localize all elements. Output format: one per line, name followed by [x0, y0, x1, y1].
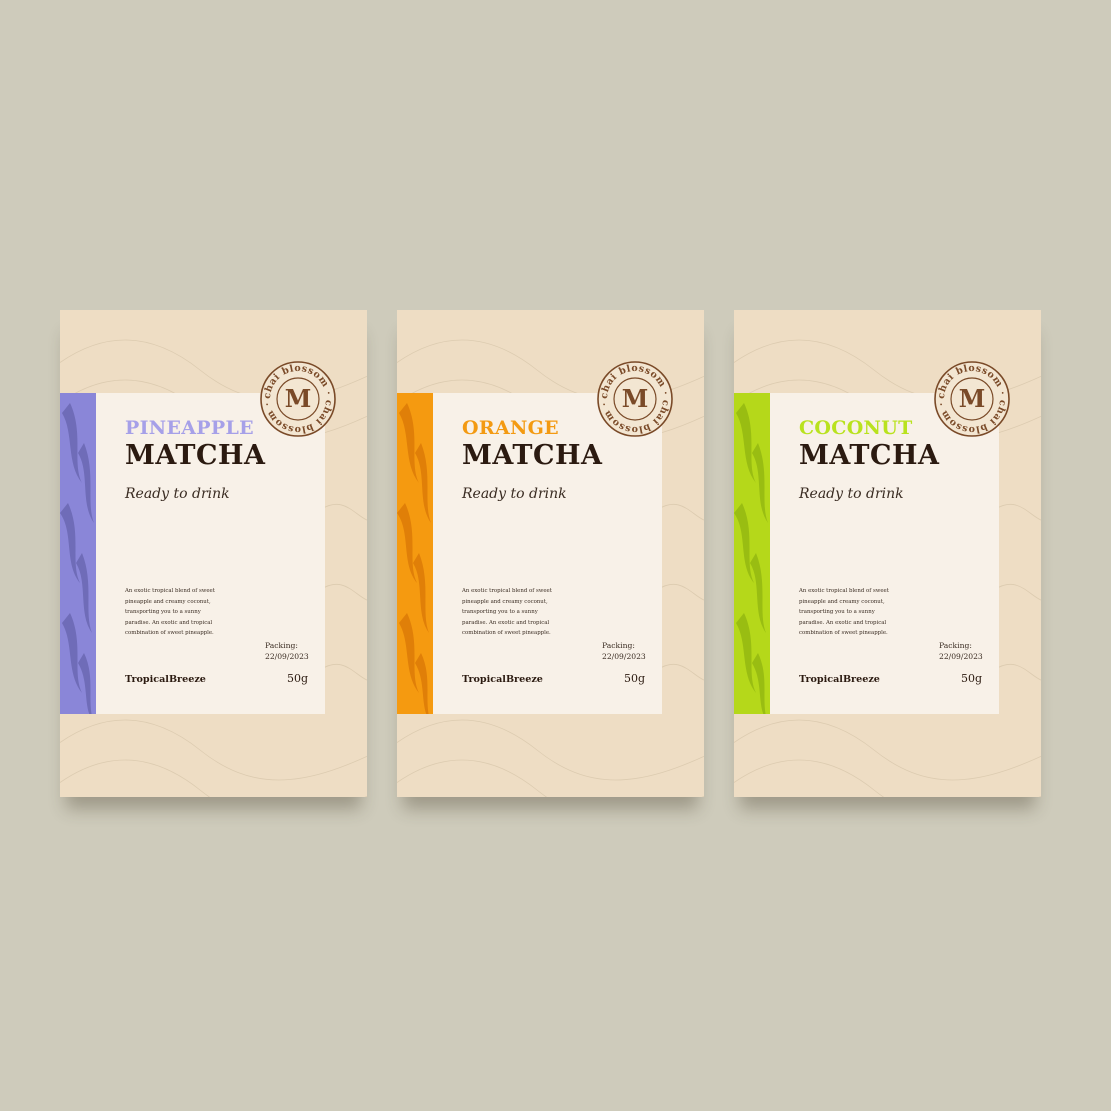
flavor-name: COCONUT	[799, 417, 913, 439]
product-name: MATCHA	[125, 440, 266, 471]
packing-info: Packing: 22/09/2023	[265, 640, 317, 662]
packing-label: Packing:	[265, 641, 298, 650]
seal-monogram: M	[284, 384, 312, 413]
net-weight: 50g	[287, 672, 309, 685]
brand-name: TropicalBreeze	[125, 674, 206, 685]
product-description: An exotic tropical blend of sweet pineap…	[462, 588, 552, 636]
flavor-name: ORANGE	[462, 417, 559, 439]
packing-label: Packing:	[939, 641, 972, 650]
brand-seal: chai blossom · chai blossom · M	[257, 358, 339, 440]
product-card-pineapple: PINEAPPLE MATCHA Ready to drink An exoti…	[60, 310, 367, 797]
brand-seal: chai blossom · chai blossom · M	[594, 358, 676, 440]
product-description: An exotic tropical blend of sweet pineap…	[125, 588, 215, 636]
packing-info: Packing: 22/09/2023	[602, 640, 654, 662]
color-stripe	[60, 393, 96, 714]
product-card-orange: ORANGE MATCHA Ready to drink An exotic t…	[397, 310, 704, 797]
packing-date: 22/09/2023	[939, 652, 983, 661]
flavor-name: PINEAPPLE	[125, 417, 254, 439]
product-subtitle: Ready to drink	[125, 486, 230, 502]
brand-seal: chai blossom · chai blossom · M	[931, 358, 1013, 440]
packing-info: Packing: 22/09/2023	[939, 640, 991, 662]
packing-date: 22/09/2023	[265, 652, 309, 661]
packing-label: Packing:	[602, 641, 635, 650]
color-stripe	[397, 393, 433, 714]
net-weight: 50g	[961, 672, 983, 685]
product-name: MATCHA	[462, 440, 603, 471]
product-subtitle: Ready to drink	[462, 486, 567, 502]
product-name: MATCHA	[799, 440, 940, 471]
brand-name: TropicalBreeze	[462, 674, 543, 685]
product-card-coconut: COCONUT MATCHA Ready to drink An exotic …	[734, 310, 1041, 797]
color-stripe	[734, 393, 770, 714]
seal-monogram: M	[621, 384, 649, 413]
label-panel: COCONUT MATCHA Ready to drink An exotic …	[770, 393, 999, 714]
brand-name: TropicalBreeze	[799, 674, 880, 685]
net-weight: 50g	[624, 672, 646, 685]
label-panel: ORANGE MATCHA Ready to drink An exotic t…	[433, 393, 662, 714]
product-description: An exotic tropical blend of sweet pineap…	[799, 588, 889, 636]
packing-date: 22/09/2023	[602, 652, 646, 661]
label-panel: PINEAPPLE MATCHA Ready to drink An exoti…	[96, 393, 325, 714]
product-subtitle: Ready to drink	[799, 486, 904, 502]
seal-monogram: M	[958, 384, 986, 413]
